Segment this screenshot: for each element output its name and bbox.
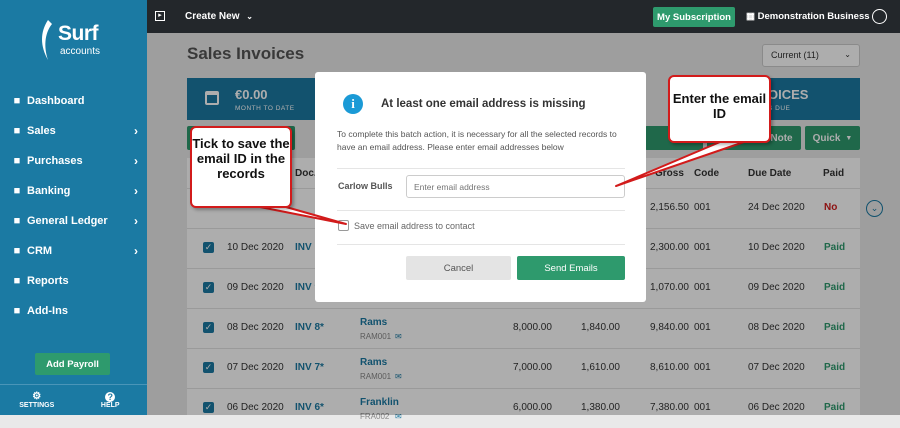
surf-logo-icon — [42, 20, 52, 60]
settings-button[interactable]: ⚙ SETTINGS — [0, 385, 74, 415]
send-emails-button[interactable]: Send Emails — [517, 256, 625, 280]
sidebar-item-crm[interactable]: ■ CRM › — [0, 236, 147, 266]
missing-email-dialog: i At least one email address is missing … — [315, 72, 646, 302]
sidebar-item-banking[interactable]: ■ Banking › — [0, 176, 147, 206]
sidebar-item-add-ins[interactable]: ■ Add-Ins — [0, 296, 147, 326]
dialog-title: At least one email address is missing — [381, 98, 586, 110]
surf-logo[interactable]: Surf accounts — [36, 18, 116, 66]
create-new-label: Create New — [185, 11, 240, 22]
bank-icon: ■ — [13, 185, 21, 197]
divider — [337, 244, 625, 245]
chevron-right-icon: › — [134, 214, 138, 228]
sidebar-item-label: Dashboard — [27, 95, 85, 107]
chevron-right-icon: › — [134, 154, 138, 168]
info-icon: i — [343, 94, 363, 114]
contact-name: Carlow Bulls — [338, 181, 393, 191]
create-new-menu[interactable]: Create New ⌄ — [185, 11, 253, 22]
add-payroll-button[interactable]: Add Payroll — [35, 353, 110, 375]
sidebar-footer: ⚙ SETTINGS ? HELP — [0, 384, 147, 415]
chevron-right-icon: › — [134, 124, 138, 138]
settings-label: SETTINGS — [19, 402, 55, 409]
help-icon: ? — [105, 391, 116, 402]
help-label: HELP — [100, 401, 120, 409]
callout-enter-email: Enter the email ID — [668, 75, 771, 143]
sidebar-item-label: Banking — [27, 185, 71, 197]
sidebar-item-label: CRM — [27, 245, 53, 257]
sidebar-item-label: Add-Ins — [27, 305, 68, 317]
dashboard-icon: ■ — [13, 95, 21, 107]
logo-subtext: accounts — [60, 46, 101, 57]
sidebar-item-label: Sales — [27, 125, 56, 137]
sidebar-item-general-ledger[interactable]: ■ General Ledger › — [0, 206, 147, 236]
cancel-button[interactable]: Cancel — [406, 256, 511, 280]
business-selector[interactable]: ▦ Demonstration Business — [746, 11, 870, 22]
reports-icon: ■ — [13, 275, 21, 287]
logo-text: Surf — [58, 22, 99, 45]
sidebar-nav: ■ Dashboard ■ Sales › ■ Purchases › ■ Banking › ■ Ge… — [0, 86, 147, 326]
help-button[interactable]: ? HELP — [74, 385, 148, 415]
briefcase-icon: ■ — [13, 125, 21, 137]
user-avatar-icon[interactable] — [872, 9, 887, 24]
ledger-icon: ■ — [13, 215, 21, 227]
sidebar-item-sales[interactable]: ■ Sales › — [0, 116, 147, 146]
divider — [337, 210, 625, 211]
email-address-input[interactable] — [406, 175, 625, 198]
save-email-checkbox-label[interactable]: Save email address to contact — [354, 221, 475, 231]
my-subscription-button[interactable]: My Subscription — [653, 7, 735, 27]
divider — [337, 168, 625, 169]
chevron-right-icon: › — [134, 184, 138, 198]
dialog-description: To complete this batch action, it is nec… — [337, 129, 617, 152]
building-icon: ▦ — [746, 11, 755, 22]
sidebar-item-label: Reports — [27, 275, 69, 287]
crm-icon: ■ — [13, 245, 21, 257]
topbar: ▸ Create New ⌄ My Subscription ▦ Demonst… — [147, 0, 900, 33]
puzzle-icon: ■ — [13, 305, 21, 317]
gear-icon: ⚙ — [32, 391, 42, 402]
sidebar-item-label: Purchases — [27, 155, 83, 167]
save-email-checkbox[interactable] — [338, 220, 349, 231]
sidebar-item-reports[interactable]: ■ Reports — [0, 266, 147, 296]
chevron-right-icon: › — [134, 244, 138, 258]
sidebar-item-purchases[interactable]: ■ Purchases › — [0, 146, 147, 176]
sidebar-item-dashboard[interactable]: ■ Dashboard — [0, 86, 147, 116]
business-name: Demonstration Business — [757, 11, 870, 22]
sidebar: Surf accounts ■ Dashboard ■ Sales › ■ Purchase… — [0, 0, 147, 415]
chevron-down-icon: ⌄ — [246, 12, 253, 21]
sidebar-item-label: General Ledger — [27, 215, 108, 227]
cart-icon: ■ — [13, 155, 21, 167]
sidebar-toggle-icon[interactable]: ▸ — [155, 11, 165, 21]
callout-save-email: Tick to save the email ID in the records — [190, 126, 292, 208]
